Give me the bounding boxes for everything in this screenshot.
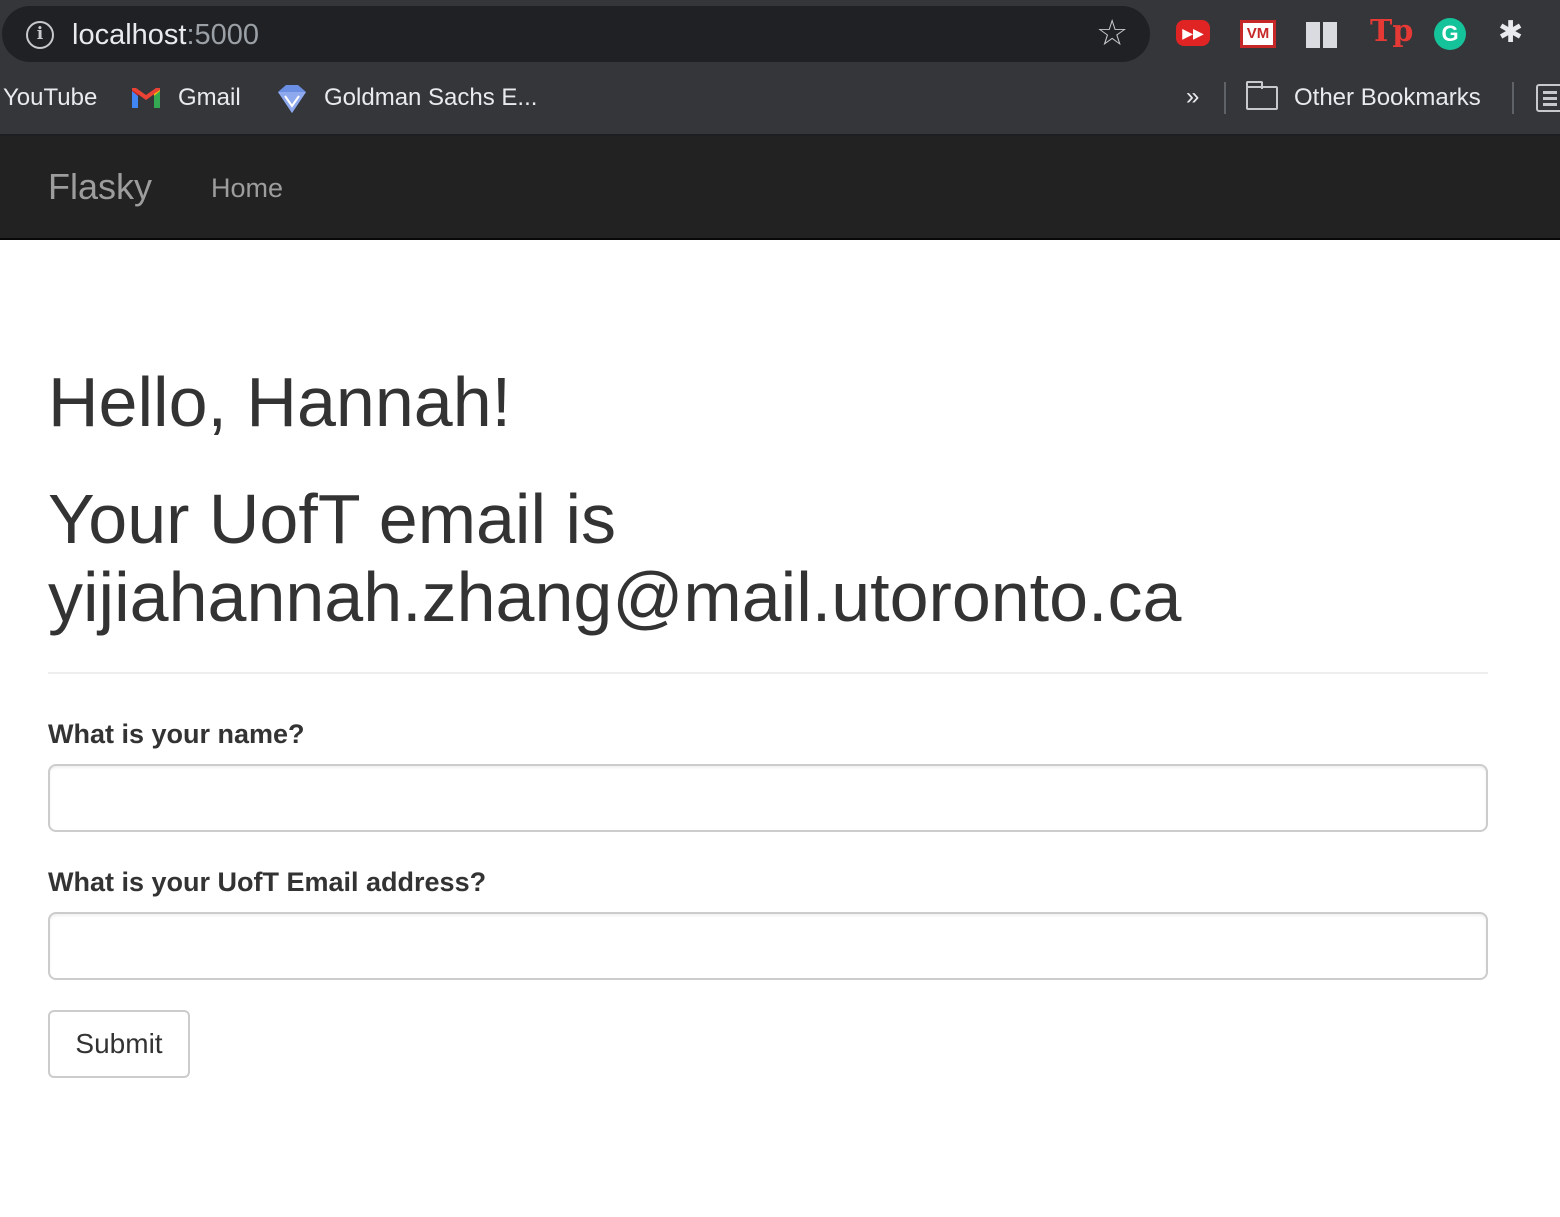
- url-host: localhost: [72, 19, 187, 51]
- bookmarks-bar: YouTube Gmail Goldman Sachs E... » Other…: [0, 70, 1560, 126]
- site-info-icon[interactable]: i: [26, 21, 54, 49]
- address-bar[interactable]: i localhost:5000 ☆: [2, 6, 1150, 62]
- youtube-extension-icon[interactable]: ▶▶: [1176, 20, 1210, 46]
- email-label: What is your UofT Email address?: [48, 867, 487, 897]
- bookmarks-divider: [1224, 82, 1226, 114]
- name-label: What is your name?: [48, 719, 305, 749]
- bookmark-star-icon[interactable]: ☆: [1096, 15, 1128, 51]
- grammarly-extension-icon[interactable]: G: [1434, 18, 1466, 50]
- greeting-heading: Hello, Hannah!: [48, 363, 512, 441]
- vm-extension-icon[interactable]: VM: [1240, 20, 1276, 48]
- gmail-icon: [132, 88, 160, 108]
- navbar-brand[interactable]: Flasky: [48, 166, 152, 208]
- divider: [48, 672, 1488, 674]
- bookmarks-overflow-chevron-icon[interactable]: »: [1186, 82, 1199, 112]
- url-text[interactable]: localhost:5000: [72, 19, 259, 52]
- bookmark-goldman-sachs[interactable]: Goldman Sachs E...: [324, 83, 537, 113]
- goldman-sachs-icon: [278, 85, 306, 113]
- reader-extension-icon[interactable]: [1306, 22, 1338, 48]
- email-input[interactable]: [48, 912, 1488, 980]
- bookmarks-divider: [1512, 82, 1514, 114]
- extensions-puzzle-icon[interactable]: ✱: [1498, 16, 1532, 50]
- submit-button[interactable]: Submit: [48, 1010, 190, 1078]
- name-input[interactable]: [48, 764, 1488, 832]
- email-heading: Your UofT email is yijiahannah.zhang@mai…: [48, 480, 1182, 636]
- nav-home-link[interactable]: Home: [211, 170, 283, 206]
- reading-list-icon[interactable]: [1536, 84, 1560, 112]
- browser-chrome: i localhost:5000 ☆ ▶▶ VM Tp G ✱ YouTube …: [0, 0, 1560, 136]
- tp-extension-icon[interactable]: Tp: [1370, 14, 1413, 49]
- url-port: :5000: [186, 19, 260, 51]
- navbar: Flasky Home: [0, 136, 1560, 240]
- folder-icon: [1245, 81, 1278, 110]
- bookmark-youtube[interactable]: YouTube: [3, 83, 97, 113]
- bookmark-other-bookmarks[interactable]: Other Bookmarks: [1294, 83, 1481, 113]
- bookmark-gmail[interactable]: Gmail: [178, 83, 241, 113]
